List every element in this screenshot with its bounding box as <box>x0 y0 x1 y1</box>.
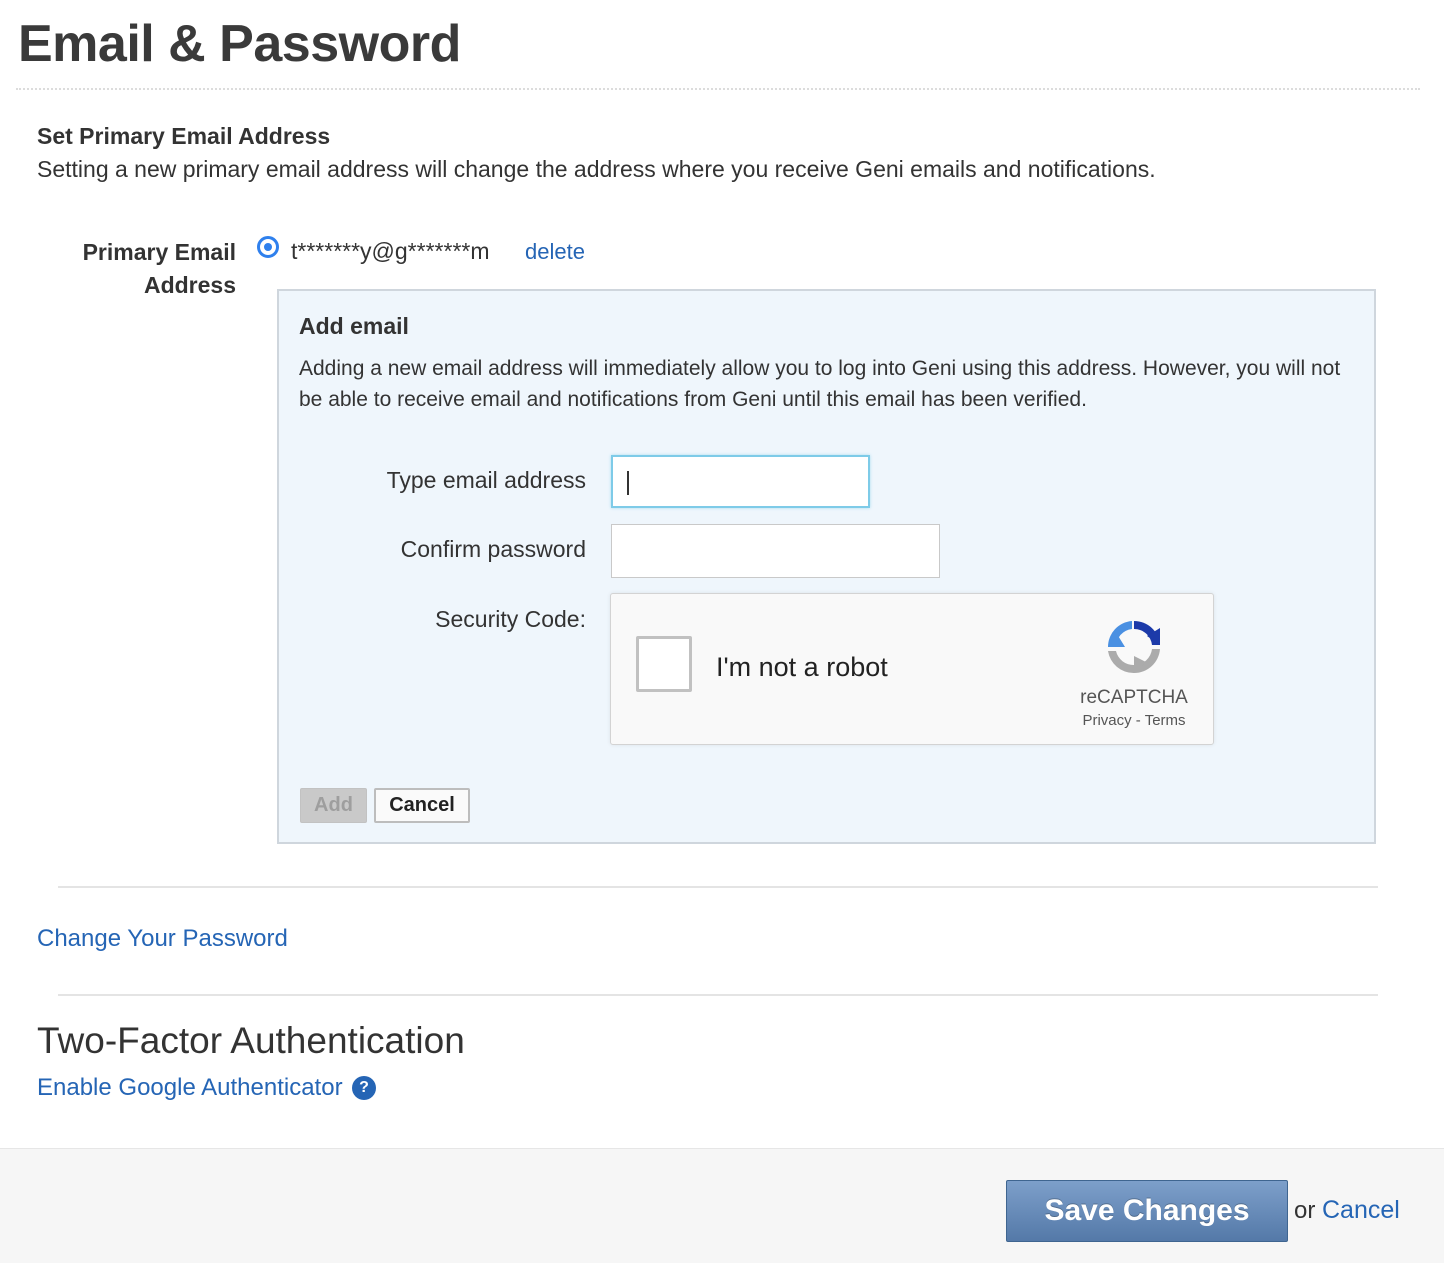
delete-email-link[interactable]: delete <box>525 239 585 265</box>
recaptcha-logo-icon <box>1107 620 1160 674</box>
recaptcha-checkbox[interactable] <box>636 636 692 692</box>
recaptcha-links: Privacy - Terms <box>1051 712 1217 729</box>
primary-email-label-line1: Primary Email <box>82 239 236 265</box>
change-password-link[interactable]: Change Your Password <box>37 925 288 953</box>
add-email-description: Adding a new email address will immediat… <box>299 357 1341 411</box>
recaptcha-brand: reCAPTCHA <box>1080 687 1188 708</box>
help-icon[interactable]: ? <box>352 1076 376 1100</box>
section-divider <box>58 886 1378 888</box>
title-divider <box>16 88 1420 90</box>
primary-email-heading: Set Primary Email Address <box>37 123 331 149</box>
primary-email-value: t*******y@g*******m <box>291 238 490 264</box>
enable-google-authenticator-link[interactable]: Enable Google Authenticator <box>37 1074 343 1102</box>
save-changes-button[interactable]: Save Changes <box>1006 1180 1288 1242</box>
email-address-input[interactable] <box>611 455 870 508</box>
primary-email-description: Setting a new primary email address will… <box>37 156 1156 182</box>
recaptcha-widget: I'm not a robot reCAPTCHA Privacy - Term… <box>610 593 1214 745</box>
recaptcha-privacy-link[interactable]: Privacy <box>1082 712 1131 729</box>
footer-cancel-link[interactable]: Cancel <box>1322 1196 1400 1225</box>
text-caret <box>627 471 629 495</box>
page-title: Email & Password <box>18 15 461 73</box>
recaptcha-link-separator: - <box>1131 712 1145 729</box>
footer-bar: Save Changes or Cancel <box>0 1148 1444 1263</box>
recaptcha-terms-link[interactable]: Terms <box>1145 712 1186 729</box>
or-text: or <box>1294 1197 1316 1224</box>
primary-email-radio[interactable] <box>257 236 279 258</box>
add-email-button[interactable]: Add <box>300 788 367 823</box>
add-email-panel: Add email Adding a new email address wil… <box>277 289 1376 844</box>
add-email-title: Add email <box>299 313 409 339</box>
two-factor-title: Two-Factor Authentication <box>37 1020 465 1061</box>
email-address-label: Type email address <box>386 467 586 493</box>
security-code-label: Security Code: <box>435 606 586 632</box>
cancel-add-email-button[interactable]: Cancel <box>374 788 470 823</box>
primary-email-label-line2: Address <box>143 272 236 298</box>
primary-email-label: Primary Email Address <box>40 236 236 302</box>
recaptcha-label: I'm not a robot <box>716 652 888 682</box>
confirm-password-label: Confirm password <box>400 536 586 562</box>
section-divider <box>58 994 1378 996</box>
confirm-password-input[interactable] <box>611 524 940 578</box>
